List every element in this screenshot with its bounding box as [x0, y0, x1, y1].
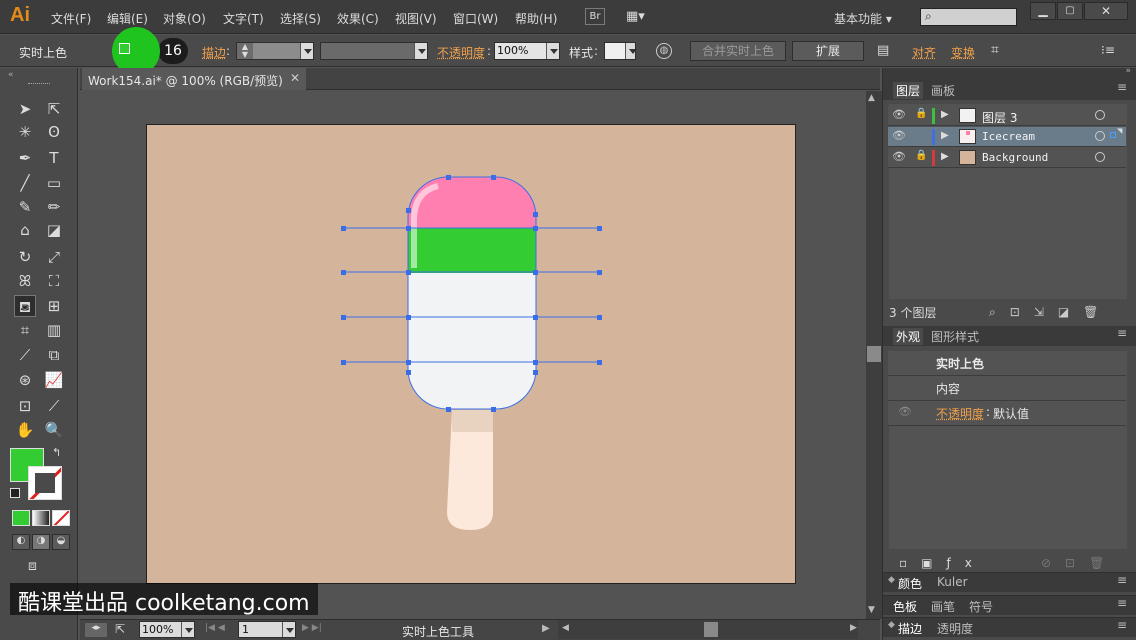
page-dropdown[interactable]: 1	[238, 621, 296, 638]
scroll-down-icon[interactable]: ▼	[868, 605, 875, 615]
expand-triangle-icon[interactable]: ▶	[941, 130, 949, 141]
stroke-panel-menu-icon[interactable]: ≡	[1117, 618, 1127, 632]
color-panel-menu-icon[interactable]: ≡	[1117, 573, 1127, 587]
artwork-layer	[341, 175, 602, 530]
visibility-eye-icon[interactable]: 👁	[892, 129, 906, 142]
transform-link[interactable]: 变换	[951, 44, 975, 61]
layer-color-tab	[932, 129, 935, 145]
swatches-panel-menu-icon[interactable]: ≡	[1117, 596, 1127, 610]
expand-triangle-icon[interactable]: ▶	[941, 109, 949, 120]
search-icon: ⌕	[925, 9, 932, 23]
appearance-footer-icons[interactable]: ▫▣ƒx	[899, 556, 986, 570]
lock-icon[interactable]: 🔒	[915, 150, 927, 161]
layer-row-layer3[interactable]: 👁 🔒 ▶ 图层 3	[888, 106, 1126, 126]
tab-swatches[interactable]: 色板	[893, 598, 917, 615]
current-tool-status: 实时上色工具	[402, 625, 475, 639]
search-field[interactable]: ⌕	[920, 8, 1017, 26]
target-circle-icon[interactable]	[1095, 152, 1105, 162]
tab-brushes[interactable]: 画笔	[931, 598, 955, 615]
layer-color-tab	[932, 108, 935, 124]
control-bar-menu-icon[interactable]: ⁝≡	[1101, 43, 1115, 57]
green-stripe[interactable]	[408, 228, 536, 273]
scroll-up-icon[interactable]: ▲	[868, 93, 875, 103]
align-link[interactable]: 对齐	[912, 44, 936, 61]
appearance-content-row[interactable]: 内容	[888, 376, 1126, 401]
white-stripe[interactable]	[408, 273, 536, 409]
tab-graphic-styles[interactable]: 图形样式	[931, 328, 979, 345]
layer-row-background[interactable]: 👁 🔒 ▶ Background	[888, 148, 1126, 168]
layers-panel-menu-icon[interactable]: ≡	[1117, 80, 1127, 94]
visibility-eye-icon[interactable]: 👁	[892, 108, 906, 121]
visibility-eye-icon[interactable]: 👁	[898, 405, 912, 418]
layer-thumbnail	[959, 129, 976, 144]
scroll-thumb[interactable]	[867, 346, 881, 362]
appearance-title-row: 实时上色	[888, 351, 1126, 376]
target-circle-icon[interactable]	[1095, 131, 1105, 141]
expand-triangle-icon[interactable]: ▶	[941, 151, 949, 162]
scroll-right-icon[interactable]: ▶	[850, 623, 857, 633]
close-button[interactable]: ✕	[1084, 2, 1128, 20]
maximize-button[interactable]: ▢	[1057, 2, 1083, 20]
last-page-icon[interactable]: ▶ ▶|	[302, 623, 322, 633]
minimize-button[interactable]: ▁	[1030, 2, 1056, 20]
adobe-status-icon[interactable]: ◂▸	[85, 623, 107, 637]
swatches-panel-tabs: 色板 画笔 符号 ≡	[883, 595, 1136, 615]
collapse-panel-icon[interactable]: »	[1125, 66, 1131, 76]
stroke-panel-tabs: ◆ 描边 透明度 ≡	[883, 617, 1136, 637]
zoom-dropdown[interactable]: 100%	[139, 621, 195, 638]
scroll-left-icon[interactable]: ◀	[562, 623, 569, 633]
tab-stroke[interactable]: 描边	[898, 620, 922, 637]
status-menu-icon[interactable]: ▶	[542, 623, 550, 634]
tab-artboards[interactable]: 画板	[931, 82, 955, 99]
layer-count: 3 个图层	[889, 306, 937, 320]
appearance-panel-menu-icon[interactable]: ≡	[1117, 326, 1127, 340]
visibility-eye-icon[interactable]: 👁	[892, 150, 906, 163]
appearance-panel-tabs: 外观 图形样式 ≡	[883, 326, 1136, 346]
horizontal-scrollbar[interactable]: ◀ ▶	[558, 620, 858, 639]
layer-color-tab	[932, 150, 935, 166]
tab-kuler[interactable]: Kuler	[937, 575, 968, 589]
tab-transparency[interactable]: 透明度	[937, 620, 973, 637]
tab-symbols[interactable]: 符号	[969, 598, 993, 615]
color-panel-tabs: ◆ 颜色 Kuler ≡	[883, 572, 1136, 592]
appearance-footer-disabled-icons: ⊘⊡🗑	[1041, 556, 1119, 570]
tab-appearance[interactable]: 外观	[893, 328, 924, 345]
stick-shadow	[452, 410, 493, 432]
tab-layers[interactable]: 图层	[893, 82, 924, 99]
watermark: 酷课堂出品 coolketang.com	[10, 583, 318, 616]
layer-thumbnail	[959, 108, 976, 123]
selection-indicator[interactable]	[1110, 132, 1116, 138]
isolate-group-icon[interactable]: ⌗	[991, 42, 999, 58]
tab-color[interactable]: 颜色	[898, 575, 922, 592]
vertical-scrollbar[interactable]: ▲ ▼	[866, 91, 882, 619]
layers-footer-icons[interactable]: ⌕⊡⇲◪🗑	[989, 305, 1112, 320]
target-circle-icon[interactable]	[1095, 110, 1105, 120]
first-page-icon[interactable]: |◀ ◀	[205, 623, 225, 633]
h-scroll-thumb[interactable]	[704, 622, 718, 637]
pink-stripe[interactable]	[408, 177, 536, 228]
lock-icon[interactable]: 🔒	[915, 108, 927, 119]
export-icon[interactable]: ⇱	[115, 622, 125, 636]
layer-thumbnail	[959, 150, 976, 165]
layers-panel-tabs: 图层 画板 ≡	[883, 80, 1136, 100]
popsicle-body[interactable]	[408, 177, 536, 409]
appearance-opacity-row[interactable]: 👁 不透明度: 默认值	[888, 401, 1126, 426]
layer-row-icecream[interactable]: 👁 ▶ Icecream ◥	[888, 127, 1126, 147]
status-bar: ◂▸ ⇱ 100% |◀ ◀ 1 ▶ ▶| 实时上色工具 ▶ ◀ ▶	[80, 619, 880, 640]
